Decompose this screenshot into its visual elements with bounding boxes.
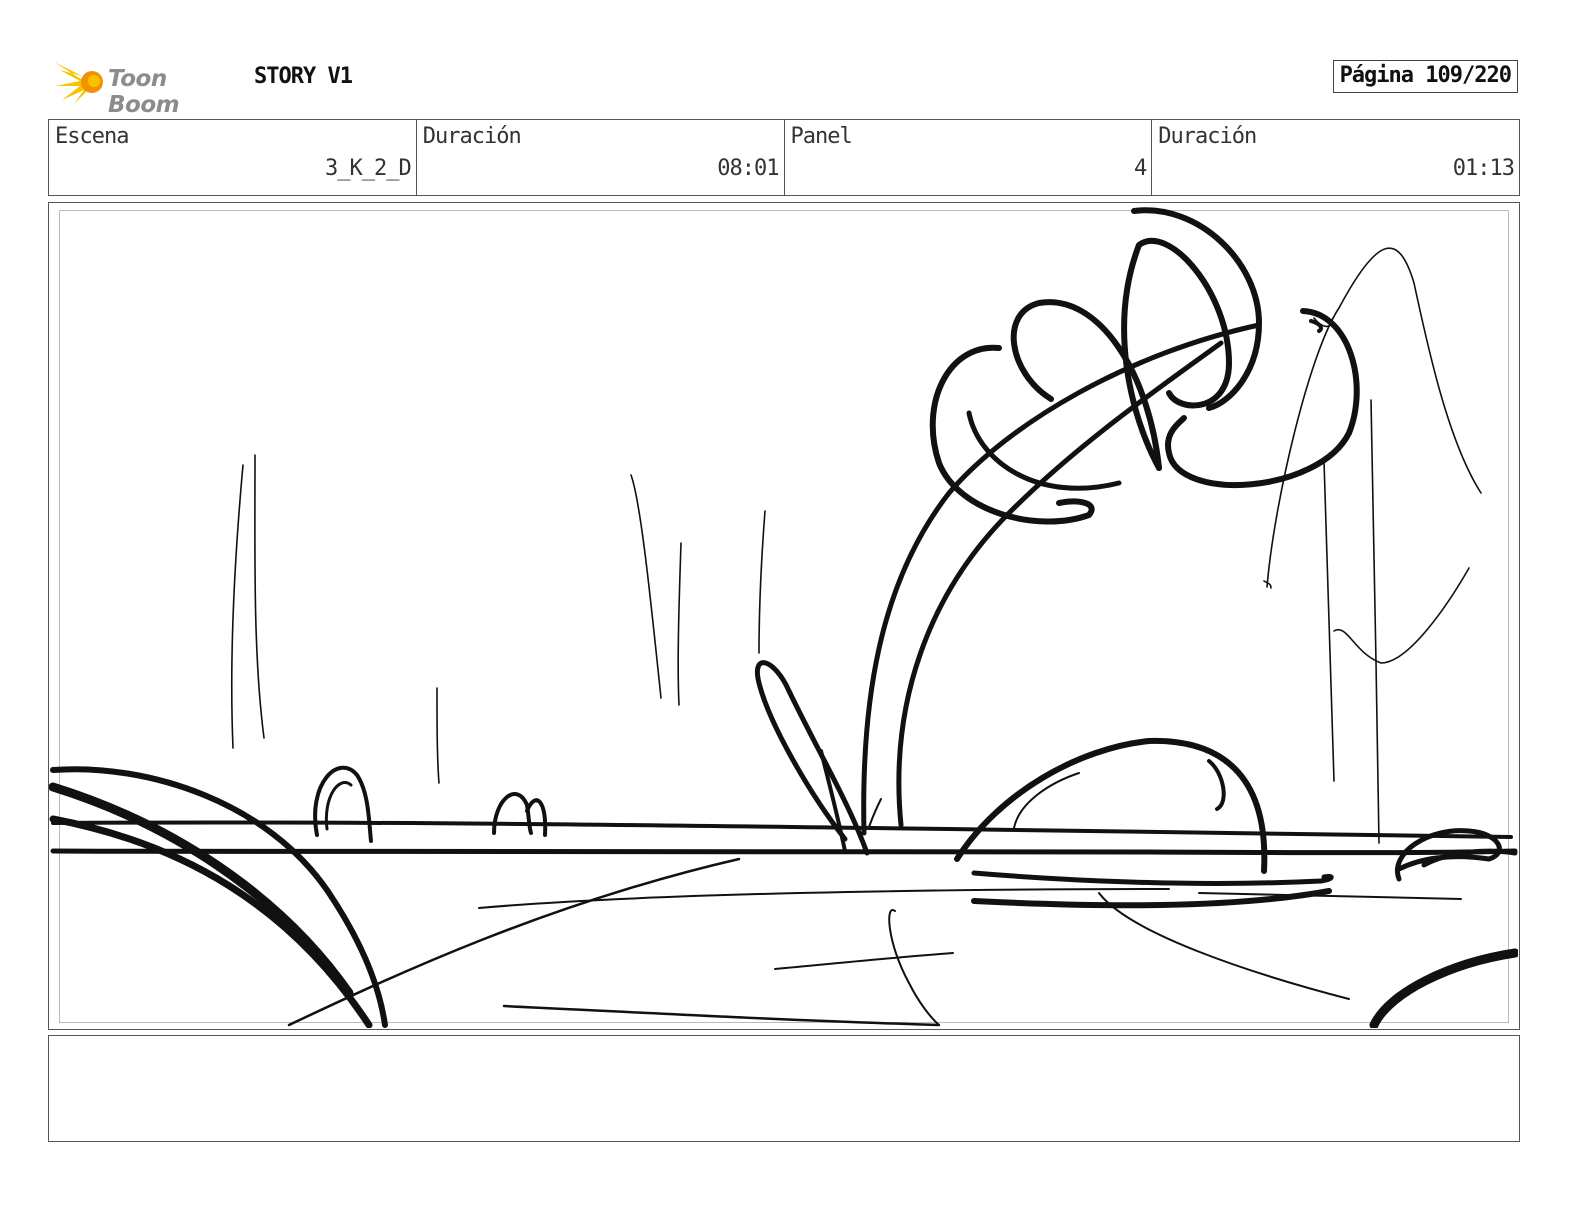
scene-value: 3_K_2_D [325,156,412,181]
panel-duration-value: 01:13 [1452,156,1515,181]
scene-label: Escena [55,124,129,149]
panel-sketch [49,207,1518,1028]
panel-notes-area[interactable] [48,1035,1520,1142]
storyboard-panel [48,202,1520,1030]
project-title: STORY V1 [254,64,353,89]
scene-duration-label: Duración [422,124,522,149]
small-bushes [313,765,548,843]
brand-name: Toon Boom [108,66,180,118]
panel-value: 4 [1134,156,1147,181]
toon-boom-star-icon [54,62,103,104]
panel-duration-label: Duración [1158,124,1257,149]
distant-trees [230,454,766,784]
horizon-lines [50,820,1518,856]
panel-duration-cell: Duración 01:13 [1152,120,1519,195]
scene-cell: Escena 3_K_2_D [49,120,417,195]
foreground-curve-right [1369,948,1518,1028]
ground-marks [774,908,954,1026]
scene-duration-value: 08:01 [717,156,779,181]
mound-right [954,737,1518,1000]
toon-boom-logo: Toon Boom [52,56,242,118]
page-header: Toon Boom STORY V1 Página 109/220 [48,52,1522,118]
panel-label: Panel [790,124,853,149]
page-number: Página 109/220 [1332,60,1518,93]
panel-cell: Panel 4 [785,120,1153,195]
main-tree [755,207,1360,856]
scene-info-table: Escena 3_K_2_D Duración 08:01 Panel 4 Du… [48,119,1520,196]
scene-duration-cell: Duración 08:01 [417,120,785,195]
background-tree-right [1263,247,1482,844]
